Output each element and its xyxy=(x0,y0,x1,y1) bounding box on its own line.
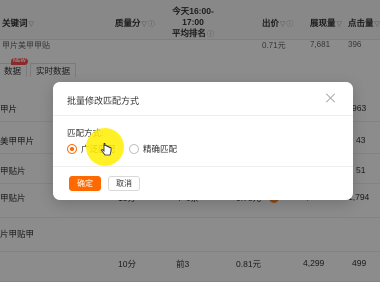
dialog-header: 批量修改匹配方式 xyxy=(53,82,353,116)
dialog-footer: 确定 取消 xyxy=(53,166,353,200)
radio-exact-match[interactable]: 精确匹配 xyxy=(129,142,179,156)
radio-unchecked-icon[interactable] xyxy=(129,144,139,154)
keyword-report-page: 关键词▽ 质量分▽ⓘ 今天16:00- 17:00 平均排名ⓘ 出价▽ⓘ 展现量… xyxy=(0,0,380,282)
match-type-label: 匹配方式: xyxy=(67,128,104,138)
radio-broad-match-label: 广泛匹配 xyxy=(81,144,116,154)
radio-exact-match-label: 精确匹配 xyxy=(143,144,178,154)
radio-checked-icon[interactable] xyxy=(67,144,77,154)
batch-match-type-dialog: 批量修改匹配方式 匹配方式: 广泛匹配 精确匹配 确定 取消 xyxy=(53,82,353,200)
radio-broad-match[interactable]: 广泛匹配 xyxy=(67,142,117,156)
confirm-button[interactable]: 确定 xyxy=(69,176,101,191)
dialog-title: 批量修改匹配方式 xyxy=(67,96,140,106)
close-icon[interactable] xyxy=(325,92,337,104)
cancel-button[interactable]: 取消 xyxy=(108,176,140,191)
